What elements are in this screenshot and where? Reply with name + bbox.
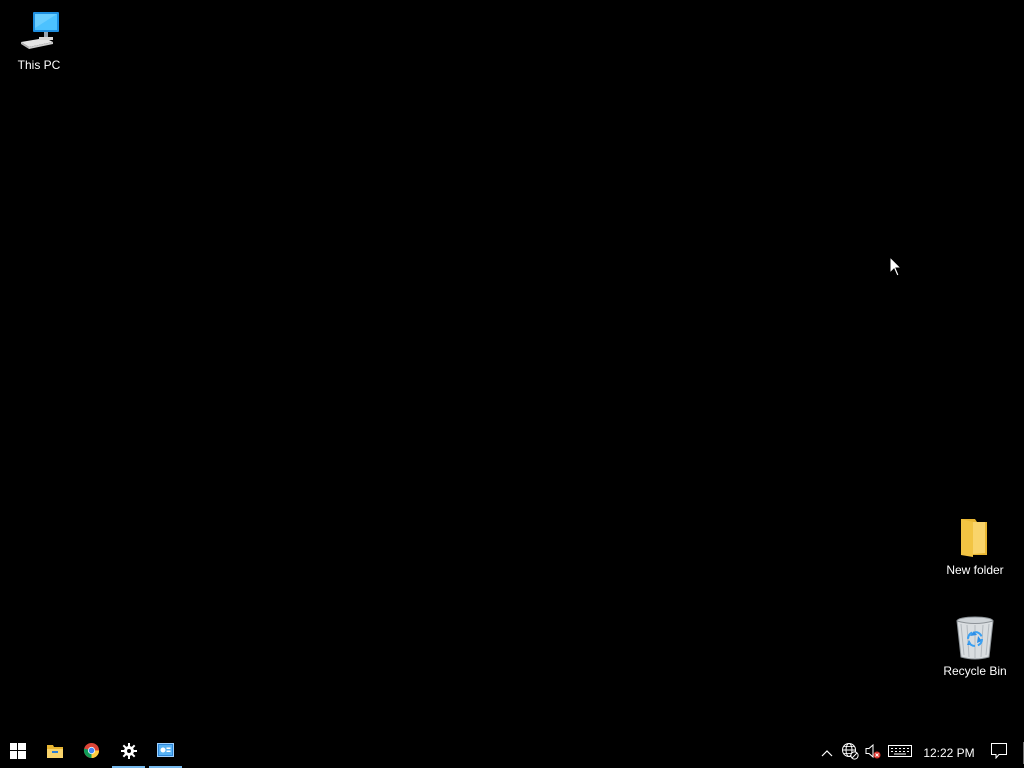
control-panel-icon (157, 743, 174, 763)
start-button[interactable] (0, 738, 36, 768)
windows-logo-icon (10, 742, 26, 764)
touch-keyboard-icon (888, 744, 912, 762)
taskbar-clock[interactable]: 12:22 PM (916, 738, 982, 768)
desktop-icon-label: New folder (946, 563, 1004, 577)
globe-network-icon (841, 742, 859, 765)
action-center-button[interactable] (982, 738, 1016, 768)
taskbar: 12:22 PM (0, 738, 1024, 768)
system-tray: 12:22 PM (816, 738, 1024, 768)
show-hidden-icons-button[interactable] (816, 738, 838, 768)
taskbar-file-explorer-button[interactable] (36, 738, 73, 768)
touch-keyboard-button[interactable] (884, 738, 916, 768)
recycle-bin-icon (951, 614, 999, 662)
desktop-icon-this-pc[interactable]: This PC (1, 8, 77, 73)
action-center-icon (991, 742, 1007, 764)
desktop-icon-label: Recycle Bin (943, 664, 1007, 678)
show-desktop-button[interactable] (1016, 738, 1024, 768)
taskbar-settings-button[interactable] (110, 738, 147, 768)
network-button[interactable] (838, 738, 862, 768)
desktop-icon-recycle-bin[interactable]: Recycle Bin (937, 614, 1013, 679)
chrome-icon (83, 742, 100, 764)
volume-button[interactable] (862, 738, 884, 768)
taskbar-control-panel-button[interactable] (147, 738, 184, 768)
mouse-pointer-icon (889, 255, 903, 278)
clock-time: 12:22 PM (923, 746, 975, 760)
volume-muted-icon (865, 743, 881, 764)
desktop-icon-new-folder[interactable]: New folder (937, 513, 1013, 578)
chevron-up-icon (821, 744, 833, 762)
settings-gear-icon (120, 742, 137, 764)
file-explorer-icon (46, 743, 64, 764)
taskbar-chrome-button[interactable] (73, 738, 110, 768)
computer-icon (15, 8, 63, 56)
desktop-icon-label: This PC (17, 58, 61, 72)
folder-icon (951, 513, 999, 561)
desktop[interactable]: This PC New folder Recycle Bin 12:22 PM (0, 0, 1024, 768)
